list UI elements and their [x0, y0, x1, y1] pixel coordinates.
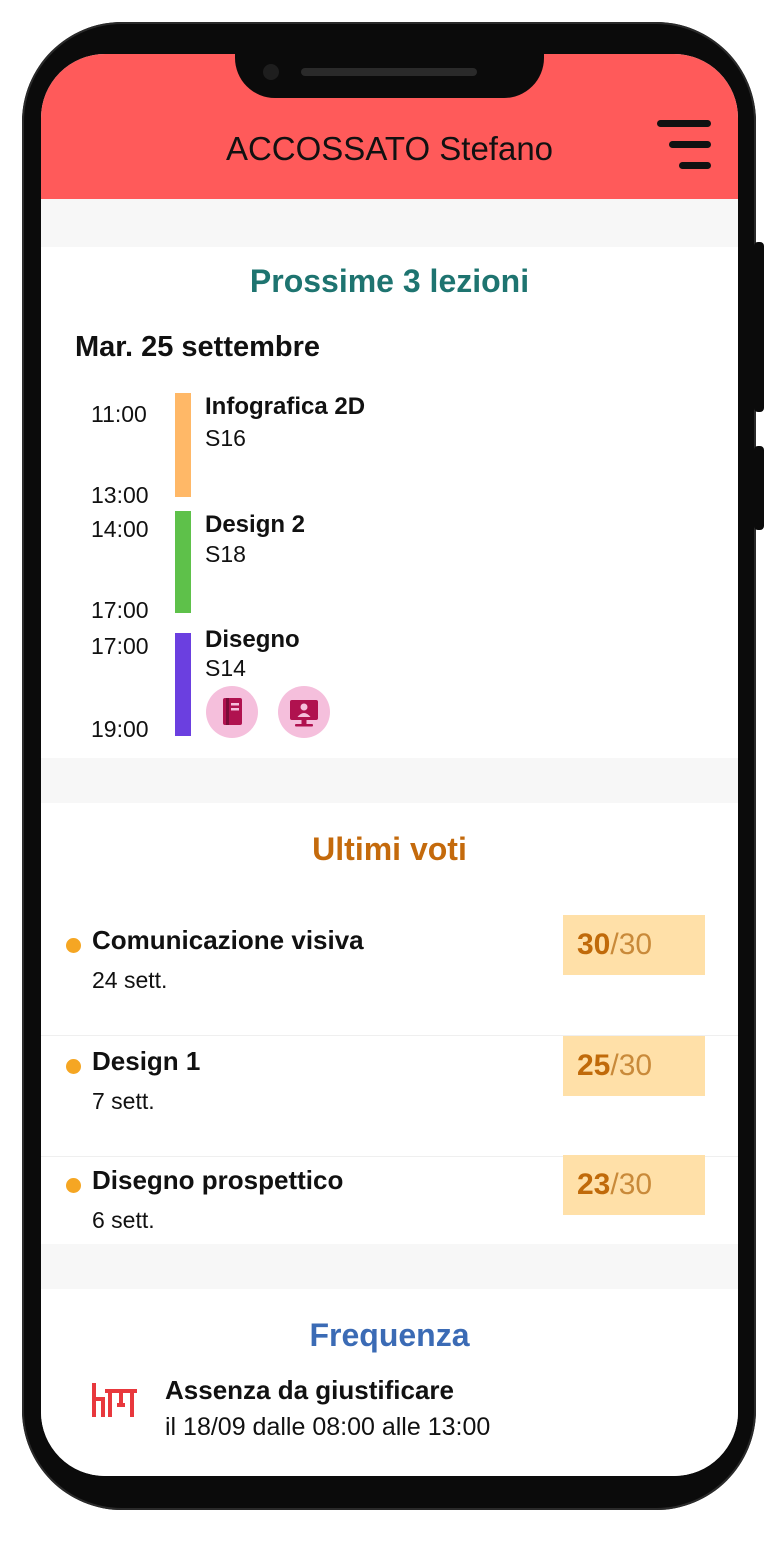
camera-icon — [263, 64, 279, 80]
online-class-icon[interactable] — [278, 686, 330, 738]
grade-max: /30 — [610, 1049, 653, 1082]
grade-value: 23 — [577, 1168, 611, 1201]
book-icon[interactable] — [206, 686, 258, 738]
lessons-day: Mar. 25 settembre — [75, 331, 321, 363]
absence-detail: il 18/09 dalle 08:00 alle 13:00 — [165, 1413, 491, 1441]
grade-max: /30 — [610, 928, 653, 961]
grade-value: 30 — [577, 928, 611, 961]
grade-bullet — [66, 938, 81, 953]
grade-badge: 30/30 — [563, 915, 705, 975]
phone-side-button — [754, 446, 764, 530]
grade-bullet — [66, 1178, 81, 1193]
phone-side-button — [754, 242, 764, 412]
attendance-card[interactable]: Frequenza Assenza da giustificare il 18/… — [41, 1289, 738, 1476]
grade-badge: 25/30 — [563, 1036, 705, 1096]
grade-value: 25 — [577, 1049, 611, 1082]
lesson-start-time: 17:00 — [91, 633, 149, 659]
grades-card[interactable]: Ultimi voti Comunicazione visiva 24 sett… — [41, 803, 738, 1244]
lesson-color-bar — [175, 393, 191, 497]
lesson-room: S18 — [205, 541, 246, 567]
absence-title: Assenza da giustificare — [165, 1375, 454, 1405]
lesson-room: S14 — [205, 655, 246, 681]
lesson-name: Infografica 2D — [205, 393, 366, 420]
lesson-start-time: 11:00 — [91, 401, 147, 427]
grade-date: 24 sett. — [92, 967, 168, 993]
grade-max: /30 — [610, 1168, 653, 1201]
lesson-end-time: 19:00 — [91, 716, 149, 742]
grade-date: 7 sett. — [92, 1088, 155, 1114]
lesson-color-bar — [175, 633, 191, 736]
grade-subject: Disegno prospettico — [92, 1165, 344, 1195]
grades-card-title: Ultimi voti — [312, 831, 467, 867]
grade-bullet — [66, 1059, 81, 1074]
app-screen: ACCOSSATO Stefano Prossime 3 lezioni Mar… — [41, 54, 738, 1476]
grade-subject: Design 1 — [92, 1046, 201, 1076]
grade-item[interactable]: Design 1 7 sett. 25/30 — [41, 1036, 738, 1157]
classroom-absence-icon — [91, 1381, 139, 1421]
grade-subject: Comunicazione visiva — [92, 925, 364, 955]
lesson-end-time: 17:00 — [91, 597, 149, 623]
lesson-color-bar — [175, 511, 191, 613]
lessons-card-title: Prossime 3 lezioni — [249, 263, 530, 299]
lesson-start-time: 14:00 — [91, 516, 149, 542]
lessons-card[interactable]: Prossime 3 lezioni Mar. 25 settembre 11:… — [41, 247, 738, 758]
phone-notch — [235, 54, 544, 98]
grade-item[interactable]: Disegno prospettico 6 sett. 23/30 — [41, 1155, 738, 1275]
attendance-card-title: Frequenza — [309, 1317, 470, 1353]
grade-badge: 23/30 — [563, 1155, 705, 1215]
lesson-name: Disegno — [205, 626, 300, 653]
grade-date: 6 sett. — [92, 1207, 155, 1233]
lesson-room: S16 — [205, 425, 246, 451]
menu-icon[interactable] — [655, 120, 711, 172]
lesson-end-time: 13:00 — [91, 482, 149, 508]
speaker-grille — [301, 68, 477, 76]
grade-item[interactable]: Comunicazione visiva 24 sett. 30/30 — [41, 915, 738, 1036]
student-name: ACCOSSATO Stefano — [225, 130, 554, 167]
lesson-name: Design 2 — [205, 511, 306, 538]
